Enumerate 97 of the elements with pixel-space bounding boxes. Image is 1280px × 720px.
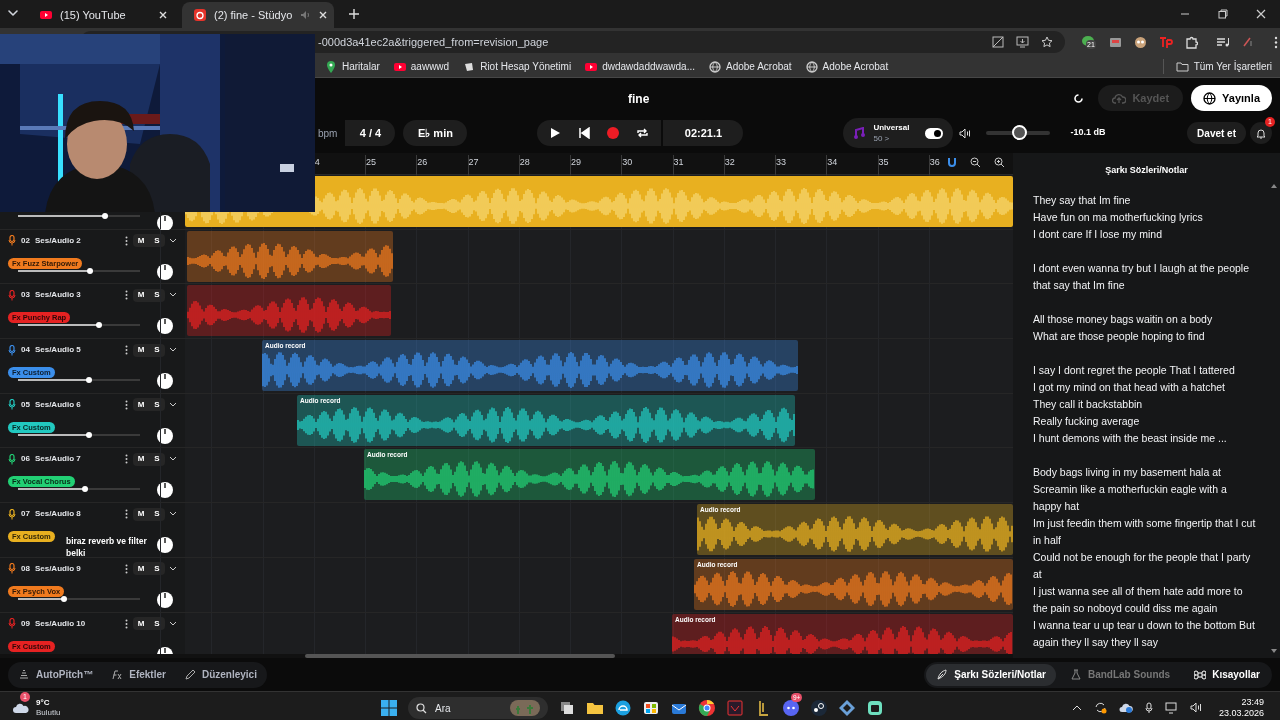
track-note[interactable]: biraz reverb ve filter belki — [66, 535, 156, 560]
bar-number: 35 — [878, 156, 889, 169]
lyrics-line: I just wanna see all of them hate add more to the pain so noboyd could diss me again — [1033, 583, 1244, 616]
bookmark[interactable]: Riot Hesap Yönetimi — [463, 59, 572, 74]
track-number: 05 — [21, 398, 30, 411]
browser-tab[interactable]: (15) YouTube — [28, 2, 180, 28]
solo-button[interactable]: S — [149, 507, 165, 521]
solo-button[interactable]: S — [149, 288, 165, 302]
mute-button[interactable]: M — [133, 617, 149, 630]
bar-number: 30 — [622, 156, 633, 169]
lyrics-line: I wanna tear u up tear u down to the bottom But again they ll say they ll say — [1033, 617, 1256, 650]
panel-button[interactable]: Kısayollar — [1184, 663, 1270, 686]
key-button[interactable]: E♭ min — [403, 120, 468, 146]
track-number: 03 — [21, 289, 30, 302]
bar-number: 4 — [314, 156, 320, 169]
all-bookmarks[interactable]: Tüm Yer İşaretleri — [1162, 59, 1272, 74]
bar-number: 34 — [827, 156, 838, 169]
time-signature-button[interactable]: 4 / 4 — [345, 120, 396, 146]
volume-reading: -10.1 dB — [1070, 126, 1106, 140]
track-number: 07 — [21, 508, 30, 521]
solo-button[interactable]: S — [149, 452, 165, 466]
tab-title: (15) YouTube — [60, 7, 127, 23]
track-name: Ses/Audio 7 — [34, 453, 81, 466]
track-name: Ses/Audio 9 — [34, 562, 81, 575]
clock-time: 23:49 — [1241, 696, 1264, 708]
search-field[interactable]: Ara — [408, 697, 548, 719]
bookmark[interactable]: Haritalar — [325, 59, 380, 74]
project-title: fine — [628, 91, 650, 108]
solo-button[interactable]: S — [149, 617, 165, 630]
solo-button[interactable]: S — [149, 398, 165, 412]
track-number: 08 — [21, 562, 30, 575]
bookmark[interactable]: Adobe Acrobat — [709, 59, 792, 74]
track-number: 02 — [21, 234, 30, 247]
mute-button[interactable]: M — [133, 343, 149, 357]
lyrics-line: Im just feedin them with some fingertip that I cut in half — [1033, 515, 1257, 548]
solo-button[interactable]: S — [149, 234, 165, 248]
universal-value[interactable]: 50 > — [873, 133, 910, 144]
lyrics-line: All those money bags waitin on a body — [1033, 311, 1214, 327]
tool-button[interactable]: AutoPitch™ — [18, 667, 94, 682]
invite-button[interactable]: Davet et — [1187, 122, 1246, 144]
lyrics-line: I hunt demons with the beast inside me ... — [1033, 430, 1228, 446]
bar-number: 33 — [776, 156, 786, 169]
lyrics-line: Really fucking average — [1033, 413, 1141, 429]
solo-button[interactable]: S — [149, 343, 165, 357]
bar-number: 26 — [417, 156, 428, 169]
track-name: Ses/Audio 6 — [34, 398, 81, 411]
time-display: 02:21.1 — [663, 120, 744, 146]
panel-button[interactable]: Şarkı Sözleri/Notlar — [926, 663, 1056, 686]
lyrics-line: I dont care If I lose my mind — [1033, 226, 1163, 242]
bookmark[interactable]: Adobe Acrobat — [805, 59, 889, 74]
universal-label: Universal — [873, 122, 910, 133]
bar-number: 25 — [366, 156, 376, 169]
track-number: 09 — [21, 617, 30, 630]
panel-title: Şarkı Sözleri/Notlar — [1104, 164, 1189, 177]
lyrics-line: Screamin like a motherfuckin eagle with a happy hat — [1033, 481, 1228, 514]
mute-button[interactable]: M — [133, 288, 149, 302]
track-name: Ses/Audio 8 — [34, 508, 81, 521]
bar-number: 29 — [571, 156, 581, 169]
track-number: 04 — [21, 344, 30, 357]
bpm-label: bpm — [318, 126, 338, 141]
lyrics-line: Have fun on ma motherfucking lyrics — [1033, 209, 1204, 225]
mute-button[interactable]: M — [133, 234, 149, 248]
bar-number: 36 — [929, 156, 940, 169]
track-number: 06 — [21, 453, 30, 466]
mute-button[interactable]: M — [133, 398, 149, 412]
lyrics-line: I got my mind on that head with a hatchet — [1033, 379, 1227, 395]
lyrics-line: They say that Im fine — [1033, 192, 1132, 208]
lyrics-line: They call it backstabbin — [1033, 396, 1144, 412]
bookmark[interactable]: aawwwd — [393, 59, 450, 74]
publish-button[interactable]: Yayınla — [1191, 85, 1272, 111]
weather-desc: Bulutlu — [36, 707, 61, 718]
mute-button[interactable]: M — [133, 507, 149, 521]
tab-title: (2) fine - Stüdyo — [214, 7, 293, 23]
tool-button[interactable]: Düzenleyici — [183, 667, 257, 682]
url-text: -000d3a41ec2a&triggered_from=revision_page — [318, 34, 550, 50]
track-name: Ses/Audio 5 — [34, 344, 81, 357]
search-placeholder: Ara — [435, 701, 452, 716]
bar-number: 32 — [724, 156, 735, 169]
bar-number: 31 — [673, 156, 684, 169]
mute-button[interactable]: M — [133, 452, 149, 466]
bar-number: 28 — [519, 156, 530, 169]
lyrics-line: I say I dont regret the people That I tattered — [1033, 362, 1236, 378]
bookmark[interactable]: dwdawdaddwawda... — [585, 59, 695, 74]
temperature: 9°C — [36, 697, 51, 708]
bar-number: 27 — [468, 156, 479, 169]
tool-button[interactable]: Efektler — [111, 667, 166, 682]
solo-button[interactable]: S — [149, 562, 165, 576]
lyrics-line: Body bags living in my basement hala at — [1033, 464, 1222, 480]
clock-date: 23.03.2026 — [1218, 707, 1264, 719]
browser-tab[interactable]: (2) fine - Stüdyo — [182, 2, 334, 28]
track-name: Ses/Audio 10 — [34, 617, 86, 630]
track-name: Ses/Audio 2 — [34, 234, 81, 247]
lyrics-line: I dont even wanna try but I laugh at the people that say that Im fine — [1033, 260, 1250, 293]
mute-button[interactable]: M — [133, 562, 149, 576]
track-name: Ses/Audio 3 — [34, 289, 81, 302]
lyrics-line: What are those people hoping to find — [1033, 328, 1206, 344]
lyrics-line: Could not be enough for the people that I party at — [1033, 549, 1252, 582]
